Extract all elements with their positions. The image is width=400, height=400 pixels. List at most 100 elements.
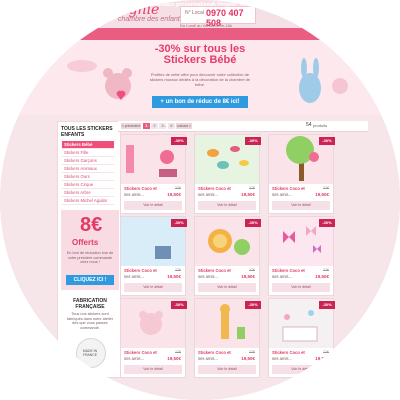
pagination-dots: ... (164, 123, 168, 128)
product-card[interactable]: -30% Stickers Coco et ses amis... 27€ 19… (194, 298, 261, 378)
new-price: 19,50€ (241, 356, 255, 361)
old-price: 27€ (249, 268, 255, 272)
product-title[interactable]: Stickers Coco et (124, 268, 157, 273)
sidebar-item-cirque[interactable]: Stickers Cirque (62, 181, 114, 189)
new-price: 19,50€ (315, 192, 329, 197)
sidebar-item-garcons[interactable]: Stickers Garçons (62, 157, 114, 165)
search-input[interactable]: Tapez votre recherche (276, 2, 326, 10)
product-subtitle: ses amis... (124, 356, 145, 361)
new-price: 19,50€ (315, 274, 329, 279)
old-price: 27€ (175, 268, 181, 272)
hero-title-line2: Stickers Bébé (163, 54, 237, 66)
discount-badge: -30% (245, 137, 261, 145)
page-button-last[interactable]: 6 (168, 123, 175, 129)
promo-amount: 8€ (80, 214, 103, 236)
nav-stickers-enfant[interactable]: Stickers Enfant (82, 2, 122, 8)
sidebar-item-arbre[interactable]: Stickers Arbre (62, 189, 114, 197)
discount-badge: -30% (171, 219, 187, 227)
discount-badge: -30% (245, 219, 261, 227)
discount-badge: -30% (245, 301, 261, 309)
nav-tableaux[interactable]: Voir les Tableaux personnalisés (130, 2, 213, 8)
product-title[interactable]: Stickers Coco et (124, 350, 157, 355)
new-price: 19,50€ (241, 274, 255, 279)
cloud-icon-right (348, 57, 382, 71)
circular-viewport: mpagnie chambre des enfants N° Local 097… (0, 0, 400, 400)
product-detail-button[interactable]: Voir le détail (124, 365, 182, 374)
new-price: 19,50€ (167, 356, 181, 361)
old-price: 27€ (323, 350, 329, 354)
new-price: 19,50€ (167, 192, 181, 197)
new-price: 19,50€ (167, 274, 181, 279)
product-card[interactable]: -30% Stickers Coco et ses amis... 27€ 19… (120, 134, 187, 214)
old-price: 27€ (175, 350, 181, 354)
product-card[interactable]: -30% Stickers Coco et ses amis... 27€ 19… (268, 134, 335, 214)
product-subtitle: ses amis... (272, 274, 293, 279)
product-detail-button[interactable]: Voir le détail (198, 365, 256, 374)
promo-offer-label: Offerts (72, 238, 99, 247)
discount-badge: -30% (171, 137, 187, 145)
product-count-label: produits (313, 123, 328, 128)
product-title[interactable]: Stickers Coco et (198, 268, 231, 273)
rabbit-ear-right-icon (313, 58, 319, 78)
product-subtitle: ses amis... (272, 192, 293, 197)
product-detail-button[interactable]: Voir le détail (272, 201, 330, 210)
product-detail-button[interactable]: Voir le détail (198, 201, 256, 210)
product-card[interactable]: -30% Stickers Coco et ses amis... 27€ 19… (120, 298, 187, 378)
discount-badge: -30% (171, 301, 187, 309)
page-button-2[interactable]: 2 (151, 123, 158, 129)
sidebar-item-bebe[interactable]: Stickers Bébé (62, 141, 114, 149)
product-detail-button[interactable]: Voir le détail (272, 283, 330, 292)
product-subtitle: ses amis... (124, 274, 145, 279)
phone-label: N° Local (185, 10, 204, 16)
new-price: 19,50€ (241, 192, 255, 197)
product-count: 54 (306, 122, 312, 128)
page-next-button[interactable]: suivant > (176, 123, 192, 129)
product-detail-button[interactable]: Voir le détail (272, 365, 330, 374)
product-title[interactable]: Stickers Coco et (272, 350, 305, 355)
nav-faq[interactable]: F.A.Q (240, 2, 254, 8)
product-card[interactable]: -30% Stickers Coco et ses amis... 27€ 19… (268, 216, 335, 296)
nav-a-propos[interactable]: A Propos (212, 2, 236, 8)
product-subtitle: ses amis... (198, 192, 219, 197)
cloud-icon (67, 60, 97, 72)
product-title[interactable]: Stickers Coco et (124, 186, 157, 191)
website-page: mpagnie chambre des enfants N° Local 097… (0, 0, 400, 400)
made-in-france-text: Tous nos stickers sont fabriqués dans no… (66, 312, 113, 330)
product-detail-button[interactable]: Voir le détail (124, 201, 182, 210)
product-card[interactable]: -30% Stickers Coco et ses amis... 27€ 19… (194, 216, 261, 296)
product-title[interactable]: Stickers Coco et (272, 268, 305, 273)
discount-badge: -30% (319, 137, 335, 145)
product-title[interactable]: Stickers Coco et (198, 350, 231, 355)
sidebar-item-michel-aguilar[interactable]: Stickers Michel Aguilar (62, 197, 114, 205)
product-card[interactable]: -30% Stickers Coco et ses amis... 27€ 19… (268, 298, 335, 378)
promo-text: En bon de réduction lors de votre premiè… (66, 251, 114, 265)
bear-ear-right-icon (122, 68, 132, 78)
made-in-france-badge-text: MADE IN FRANCE (82, 349, 98, 357)
rabbit-icon (299, 73, 321, 103)
sidebar-item-fille[interactable]: Stickers Fille (62, 149, 114, 157)
old-price: 27€ (249, 186, 255, 190)
discount-badge: -30% (319, 219, 335, 227)
phone-box: N° Local 0970 407 508 (180, 6, 256, 28)
old-price: 27€ (323, 186, 329, 190)
discount-badge: -30% (319, 301, 335, 309)
product-title[interactable]: Stickers Coco et (272, 186, 305, 191)
discount-button[interactable]: + un bon de réduc de 8€ ici! (152, 96, 248, 108)
bear-head-right-icon (332, 78, 348, 94)
product-card[interactable]: -30% Stickers Coco et ses amis... 27€ 19… (194, 134, 261, 214)
product-card[interactable]: -30% Stickers Coco et ses amis... 27€ 19… (120, 216, 187, 296)
sidebar-title: TOUS LES STICKERS ENFANTS (61, 126, 113, 138)
product-title[interactable]: Stickers Coco et (198, 186, 231, 191)
sidebar-item-ours[interactable]: Stickers Ours (62, 173, 114, 181)
product-subtitle: ses amis... (198, 274, 219, 279)
product-detail-button[interactable]: Voir le détail (198, 283, 256, 292)
page-button-1[interactable]: 1 (143, 123, 150, 129)
page-prev-button[interactable]: < précédent (121, 123, 141, 129)
promo-button[interactable]: CLIQUEZ ICI ! (66, 275, 114, 285)
product-detail-button[interactable]: Voir le détail (124, 283, 182, 292)
made-in-france-title: FABRICATION FRANÇAISE (73, 298, 107, 310)
old-price: 27€ (249, 350, 255, 354)
old-price: 27€ (323, 268, 329, 272)
sidebar-item-animaux[interactable]: Stickers Animaux (62, 165, 114, 173)
product-subtitle: ses amis... (272, 356, 293, 361)
